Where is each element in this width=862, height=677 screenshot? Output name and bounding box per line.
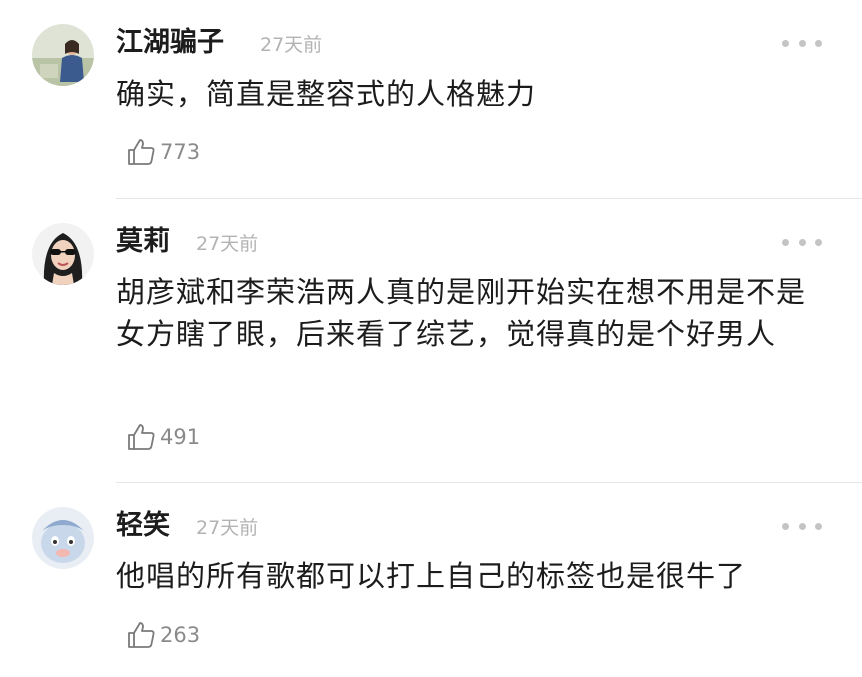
more-dot-icon bbox=[782, 238, 789, 246]
comment-time: 27天前 bbox=[260, 34, 323, 56]
comment-item: 江湖骗子 27天前 确实，简直是整容式的人格魅力 773 bbox=[0, 0, 862, 198]
avatar-image bbox=[32, 507, 94, 569]
more-dot-icon bbox=[798, 522, 806, 530]
thumbs-up-icon bbox=[128, 139, 155, 165]
username[interactable]: 轻笑 bbox=[116, 509, 170, 543]
avatar-image bbox=[32, 223, 94, 285]
avatar[interactable] bbox=[32, 223, 94, 285]
more-dot-icon bbox=[782, 522, 789, 530]
more-options-button[interactable] bbox=[782, 236, 822, 248]
like-count: 491 bbox=[160, 425, 201, 449]
avatar[interactable] bbox=[32, 507, 94, 569]
thumbs-up-icon bbox=[128, 622, 155, 648]
more-options-button[interactable] bbox=[782, 520, 822, 532]
comment-item: 莫莉 27天前 胡彦斌和李荣浩两人真的是刚开始实在想不用是不是女方瞎了眼，后来看… bbox=[0, 199, 862, 482]
username[interactable]: 江湖骗子 bbox=[116, 26, 224, 60]
avatar-image bbox=[32, 24, 94, 86]
comment-text: 确实，简直是整容式的人格魅力 bbox=[116, 77, 537, 111]
comment-text: 胡彦斌和李荣浩两人真的是刚开始实在想不用是不是女方瞎了眼，后来看了综艺，觉得真的… bbox=[116, 275, 807, 351]
more-dot-icon bbox=[798, 238, 806, 246]
more-dot-icon bbox=[815, 39, 822, 47]
avatar[interactable] bbox=[32, 24, 94, 86]
comment-time: 27天前 bbox=[196, 233, 259, 255]
like-button[interactable]: 491 bbox=[126, 421, 200, 453]
comment-item: 轻笑 27天前 他唱的所有歌都可以打上自己的标签也是很牛了 263 bbox=[0, 483, 862, 677]
like-button[interactable]: 773 bbox=[126, 136, 200, 168]
thumbs-up-icon bbox=[128, 424, 155, 450]
username[interactable]: 莫莉 bbox=[116, 225, 170, 259]
comment-time: 27天前 bbox=[196, 517, 259, 539]
more-dot-icon bbox=[782, 39, 789, 47]
more-dot-icon bbox=[798, 39, 806, 47]
like-count: 773 bbox=[160, 140, 201, 164]
like-count: 263 bbox=[160, 623, 201, 647]
more-options-button[interactable] bbox=[782, 37, 822, 49]
more-dot-icon bbox=[815, 238, 822, 246]
like-button[interactable]: 263 bbox=[126, 619, 200, 651]
comment-text: 他唱的所有歌都可以打上自己的标签也是很牛了 bbox=[116, 559, 747, 593]
more-dot-icon bbox=[815, 522, 822, 530]
